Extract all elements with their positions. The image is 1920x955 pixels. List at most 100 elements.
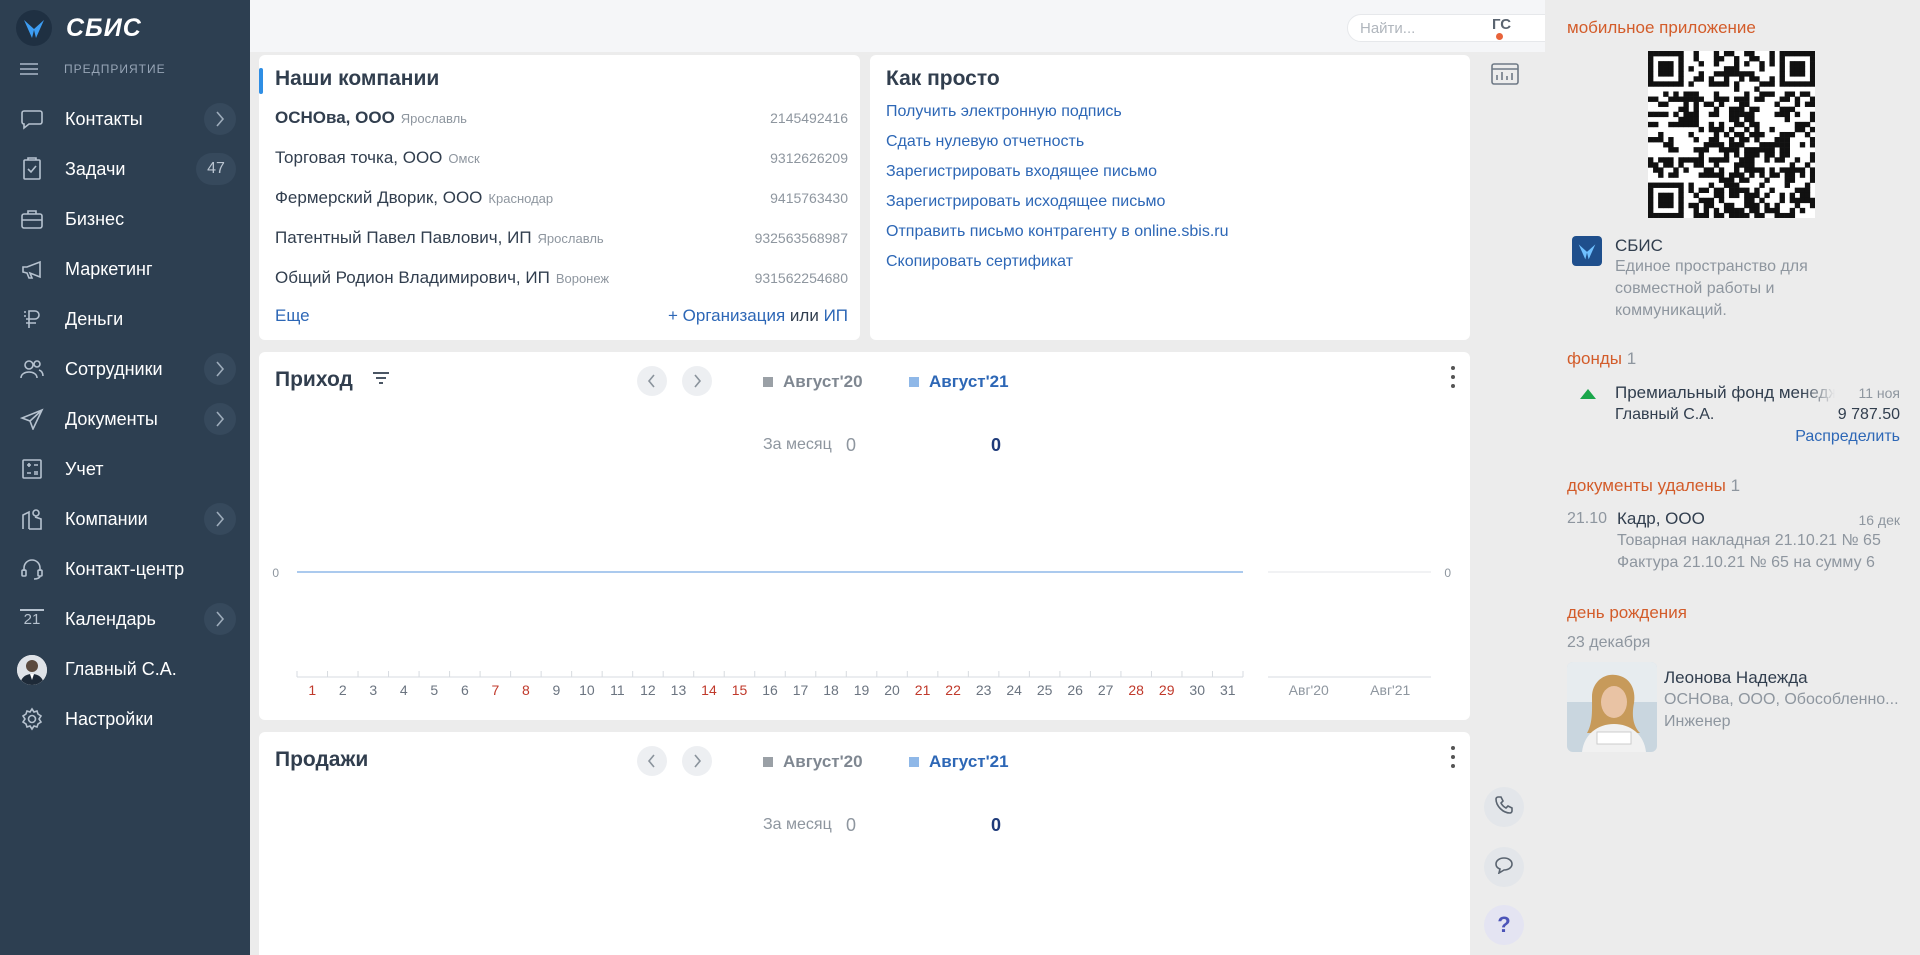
x-tick-label: 7 [491, 682, 499, 698]
user-avatar [16, 654, 48, 686]
income-card: Приход Август'20 Август'21 За месяц 0 0 … [259, 352, 1470, 720]
phone-button[interactable] [1484, 787, 1524, 827]
user-initials-button[interactable]: ГС [1492, 16, 1522, 40]
y-tick-label: 0 [272, 566, 279, 580]
enterprise-label: ПРЕДПРИЯТИЕ [64, 62, 166, 76]
sidebar-item-accounting[interactable]: Учет [0, 444, 250, 494]
company-name: Фермерский Дворик, ООО [275, 188, 483, 207]
birthday-person-name[interactable]: Леонова Надежда [1664, 668, 1808, 688]
sidebar-item-money[interactable]: Деньги [0, 294, 250, 344]
howto-link[interactable]: Скопировать сертификат [886, 253, 1073, 271]
legend-curr[interactable]: Август'21 [909, 752, 1009, 772]
megaphone-icon [19, 257, 45, 281]
qr-code[interactable] [1648, 51, 1816, 219]
x-tick-label: 19 [854, 682, 870, 698]
month-label: За месяц [763, 816, 832, 833]
sidebar-item-contacts[interactable]: Контакты [0, 94, 250, 144]
enterprise-switcher[interactable]: ПРЕДПРИЯТИЕ [20, 62, 166, 76]
x-tick-label: 10 [579, 682, 595, 698]
add-organization-link[interactable]: + Организация [668, 306, 785, 325]
next-period-button[interactable] [682, 746, 712, 776]
fund-name[interactable]: Премиальный фонд менеджеров [1615, 383, 1835, 403]
x-tick-label: 13 [671, 682, 687, 698]
distribute-link[interactable]: Распределить [1795, 428, 1900, 446]
qr-code-image [1648, 51, 1816, 219]
x-tick-label: 5 [430, 682, 438, 698]
howto-link[interactable]: Получить электронную подпись [886, 103, 1122, 121]
company-row[interactable]: Патентный Павел Павлович, ИП Ярославль 9… [275, 228, 848, 252]
sidebar-item-label: Компании [65, 508, 148, 529]
funds-count: 1 [1626, 349, 1637, 368]
x-tick-label: 25 [1037, 682, 1053, 698]
sidebar-item-companies[interactable]: Компании [0, 494, 250, 544]
legend-prev-label: Август'20 [783, 752, 863, 771]
x-tick-label: 28 [1128, 682, 1144, 698]
company-row[interactable]: Торговая точка, ООО Омск 9312626209 [275, 148, 848, 172]
sidebar-item-profile[interactable]: Главный С.А. [0, 644, 250, 694]
dashboard-config-icon[interactable] [1490, 62, 1520, 91]
x-tick-label: 4 [400, 682, 408, 698]
sidebar-item-tasks[interactable]: Задачи 47 [0, 144, 250, 194]
sidebar-item-documents[interactable]: Документы [0, 394, 250, 444]
compare-x-label: Авг'20 [1289, 682, 1329, 698]
more-companies-link[interactable]: Еще [275, 306, 310, 326]
deleted-doc-company[interactable]: Кадр, ООО [1617, 509, 1705, 529]
legend-curr-label: Август'21 [929, 752, 1009, 771]
company-name: Общий Родион Владимирович, ИП [275, 268, 550, 287]
company-row[interactable]: ОСНОва, ООО Ярославль 2145492416 [275, 108, 848, 132]
company-row[interactable]: Фермерский Дворик, ООО Краснодар 9415763… [275, 188, 848, 212]
or-text: или [789, 306, 819, 325]
birthday-person-role: Инженер [1664, 713, 1731, 730]
top-bar [250, 0, 1717, 52]
howto-link[interactable]: Сдать нулевую отчетность [886, 133, 1084, 151]
chevron-right-icon[interactable] [204, 353, 236, 385]
birthday-person-photo[interactable] [1567, 662, 1657, 752]
chevron-right-icon[interactable] [204, 603, 236, 635]
add-ip-link[interactable]: ИП [824, 306, 848, 325]
deleted-doc-date: 21.10 [1567, 510, 1608, 527]
chat-button[interactable] [1484, 847, 1524, 887]
sidebar-item-label: Настройки [65, 708, 154, 729]
company-name: Торговая точка, ООО [275, 148, 443, 167]
chevron-right-icon[interactable] [204, 403, 236, 435]
legend-prev[interactable]: Август'20 [763, 752, 863, 772]
company-city: Ярославль [537, 231, 604, 246]
deleted-doc-line: Товарная накладная 21.10.21 № 65 [1617, 532, 1881, 549]
chevron-right-icon[interactable] [204, 503, 236, 535]
menu-icon[interactable] [20, 63, 38, 75]
birthday-person-org: ОСНОва, ООО, Обособленно... [1664, 691, 1899, 708]
sidebar: СБИС ПРЕДПРИЯТИЕ Контакты Задачи 47 Бизн… [0, 0, 250, 955]
sidebar-item-contact-center[interactable]: Контакт-центр [0, 544, 250, 594]
funds-heading: фонды 1 [1567, 349, 1636, 369]
x-tick-label: 17 [793, 682, 809, 698]
tasks-count-badge: 47 [196, 153, 236, 185]
company-city: Воронеж [555, 271, 610, 286]
sidebar-item-marketing[interactable]: Маркетинг [0, 244, 250, 294]
sidebar-item-employees[interactable]: Сотрудники [0, 344, 250, 394]
deleted-doc-line: Фактура 21.10.21 № 65 на сумму 6 [1617, 554, 1875, 571]
help-button[interactable]: ? [1484, 905, 1524, 945]
sidebar-item-label: Маркетинг [65, 258, 153, 279]
title-accent [259, 68, 263, 94]
company-row[interactable]: Общий Родион Владимирович, ИП Воронеж 93… [275, 268, 848, 292]
howto-link[interactable]: Зарегистрировать исходящее письмо [886, 193, 1165, 211]
howto-link[interactable]: Отправить письмо контрагенту в online.sb… [886, 223, 1229, 241]
sidebar-item-label: Задачи [65, 158, 126, 179]
sidebar-item-business[interactable]: Бизнес [0, 194, 250, 244]
mobile-app-name[interactable]: СБИС [1615, 236, 1663, 256]
x-tick-label: 24 [1006, 682, 1022, 698]
howto-card: Как просто Получить электронную подпись … [870, 55, 1470, 340]
chevron-right-icon[interactable] [204, 103, 236, 135]
x-tick-label: 8 [522, 682, 530, 698]
sales-title[interactable]: Продажи [275, 748, 368, 772]
sidebar-item-calendar[interactable]: 21 Календарь [0, 594, 250, 644]
sidebar-item-settings[interactable]: Настройки [0, 694, 250, 744]
howto-link[interactable]: Зарегистрировать входящее письмо [886, 163, 1157, 181]
user-initials: ГС [1492, 16, 1512, 33]
more-menu-icon[interactable] [1450, 746, 1456, 768]
logo[interactable]: СБИС [16, 10, 142, 46]
paper-plane-icon [19, 407, 45, 431]
x-tick-label: 18 [823, 682, 839, 698]
prev-period-button[interactable] [637, 746, 667, 776]
sidebar-item-label: Документы [65, 408, 158, 429]
